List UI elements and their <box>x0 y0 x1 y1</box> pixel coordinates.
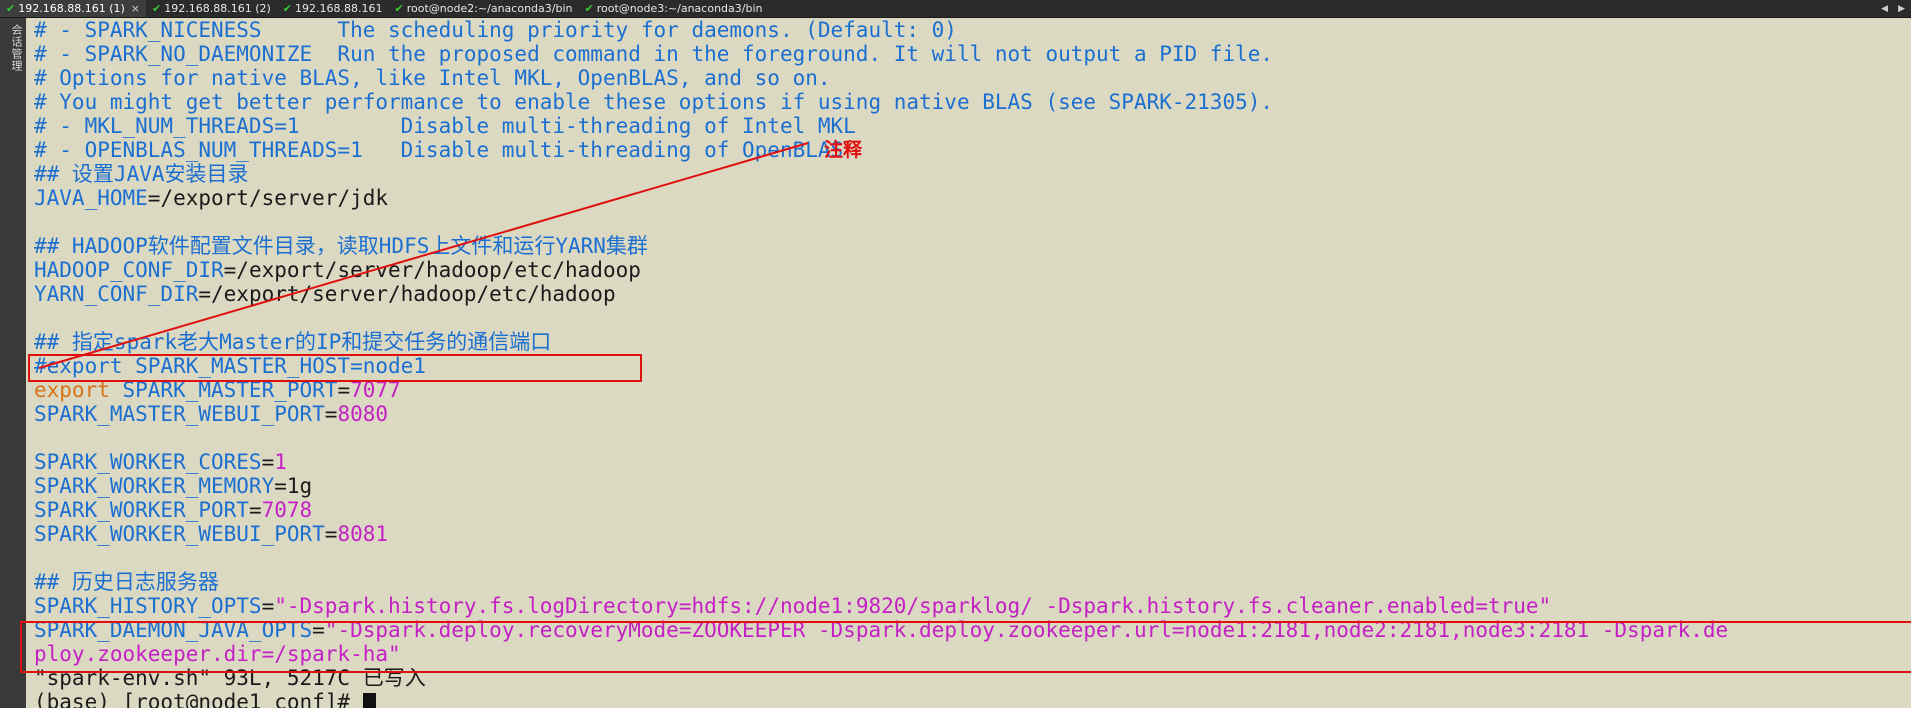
env-var-value: =1g <box>274 474 313 498</box>
terminal-line: # Options for native BLAS, like Intel MK… <box>34 66 831 90</box>
tab-scroll-left-icon[interactable]: ◀ <box>1881 4 1888 14</box>
env-var-value: "-Dspark.deploy.recoveryMode=ZOOKEEPER -… <box>324 618 1729 642</box>
tab-label: root@node3:~/anaconda3/bin <box>596 2 763 15</box>
env-var-value: "-Dspark.history.fs.logDirectory=hdfs://… <box>274 594 1552 618</box>
connected-check-icon: ✔ <box>282 2 292 15</box>
connected-check-icon: ✔ <box>394 2 404 15</box>
terminal-line: SPARK_DAEMON_JAVA_OPTS="-Dspark.deploy.r… <box>34 618 1728 642</box>
env-var-value: 7078 <box>261 498 313 522</box>
tab-session-1[interactable]: ✔ 192.168.88.161 (1) × <box>0 0 146 17</box>
equals-sign: = <box>248 498 262 522</box>
equals-sign: = <box>324 402 338 426</box>
env-var-name: SPARK_WORKER_PORT <box>34 498 249 522</box>
shell-prompt: (base) [root@node1 conf]# <box>34 690 363 708</box>
terminal-line: # - MKL_NUM_THREADS=1 Disable multi-thre… <box>34 114 856 138</box>
terminal-line: SPARK_WORKER_WEBUI_PORT=8081 <box>34 522 388 546</box>
tab-scroll-right-icon[interactable]: ▶ <box>1898 4 1905 14</box>
tab-nav: ◀ ▶ <box>1881 0 1905 17</box>
vim-status-line: "spark-env.sh" 93L, 5217C 已写入 <box>34 666 426 690</box>
terminal-line: SPARK_HISTORY_OPTS="-Dspark.history.fs.l… <box>34 594 1551 618</box>
equals-sign: = <box>312 618 325 642</box>
env-var-name: SPARK_DAEMON_JAVA_OPTS <box>34 618 313 642</box>
session-manager-sidebar[interactable]: 会话管理 <box>0 18 26 708</box>
terminal-line: YARN_CONF_DIR=/export/server/hadoop/etc/… <box>34 282 616 306</box>
connected-check-icon: ✔ <box>584 2 594 15</box>
env-var-value: =/export/server/hadoop/etc/hadoop <box>198 282 616 306</box>
tab-bar: ✔ 192.168.88.161 (1) × ✔ 192.168.88.161 … <box>0 0 1911 18</box>
env-var-name: SPARK_MASTER_WEBUI_PORT <box>34 402 325 426</box>
terminal-line: SPARK_WORKER_CORES=1 <box>34 450 287 474</box>
tab-session-2[interactable]: ✔ 192.168.88.161 (2) <box>146 0 277 17</box>
env-var-name: SPARK_WORKER_MEMORY <box>34 474 275 498</box>
terminal-line: # - SPARK_NICENESS The scheduling priori… <box>34 18 957 42</box>
env-var-name: YARN_CONF_DIR <box>34 282 199 306</box>
tab-session-3[interactable]: ✔ 192.168.88.161 <box>277 0 389 17</box>
env-var-name: SPARK_WORKER_CORES <box>34 450 262 474</box>
terminal-line: # You might get better performance to en… <box>34 90 1274 114</box>
env-var-value: =/export/server/hadoop/etc/hadoop <box>223 258 641 282</box>
terminal-line: ## 指定spark老大Master的IP和提交任务的通信端口 <box>34 330 552 354</box>
env-var-name: JAVA_HOME <box>34 186 148 210</box>
tab-label: 192.168.88.161 (1) <box>18 2 125 15</box>
env-var-value: 8080 <box>337 402 389 426</box>
tab-label: 192.168.88.161 (2) <box>164 2 271 15</box>
terminal-line: # - SPARK_NO_DAEMONIZE Run the proposed … <box>34 42 1274 66</box>
connected-check-icon: ✔ <box>152 2 162 15</box>
terminal-line: ## 设置JAVA安装目录 <box>34 162 249 186</box>
cursor <box>362 693 376 708</box>
shell-prompt-line[interactable]: (base) [root@node1 conf]# <box>34 690 376 708</box>
terminal-line: ploy.zookeeper.dir=/spark-ha" <box>34 642 401 666</box>
equals-sign: = <box>261 450 275 474</box>
env-var-value: 1 <box>274 450 287 474</box>
tab-session-node2[interactable]: ✔ root@node2:~/anaconda3/bin <box>388 0 578 17</box>
sidebar-label: 会话管理 <box>10 24 23 72</box>
terminal-line: export SPARK_MASTER_PORT=7077 <box>34 378 401 402</box>
equals-sign: = <box>261 594 275 618</box>
tab-label: root@node2:~/anaconda3/bin <box>406 2 573 15</box>
terminal-line: SPARK_WORKER_MEMORY=1g <box>34 474 312 498</box>
terminal-line: ## HADOOP软件配置文件目录，读取HDFS上文件和运行YARN集群 <box>34 234 648 258</box>
env-var-name: SPARK_WORKER_WEBUI_PORT <box>34 522 325 546</box>
terminal-line: SPARK_MASTER_WEBUI_PORT=8080 <box>34 402 388 426</box>
env-var-name: SPARK_HISTORY_OPTS <box>34 594 262 618</box>
close-icon[interactable]: × <box>131 2 140 15</box>
equals-sign: = <box>324 522 338 546</box>
terminal-pane[interactable]: # - SPARK_NICENESS The scheduling priori… <box>26 18 1911 708</box>
terminal-line: HADOOP_CONF_DIR=/export/server/hadoop/et… <box>34 258 641 282</box>
env-var-name: SPARK_MASTER_PORT <box>109 378 338 402</box>
env-var-value: =/export/server/jdk <box>147 186 389 210</box>
terminal-line: ## 历史日志服务器 <box>34 570 219 594</box>
export-keyword: export <box>34 378 110 402</box>
tab-label: 192.168.88.161 <box>295 2 383 15</box>
annotation-label: 注释 <box>824 139 863 161</box>
terminal-line: # - OPENBLAS_NUM_THREADS=1 Disable multi… <box>34 138 844 162</box>
tab-session-node3[interactable]: ✔ root@node3:~/anaconda3/bin <box>578 0 768 17</box>
terminal-line-commented-master-host: #export SPARK_MASTER_HOST=node1 <box>34 354 426 378</box>
terminal-line: SPARK_WORKER_PORT=7078 <box>34 498 312 522</box>
equals-sign: = <box>337 378 351 402</box>
env-var-value: 8081 <box>337 522 389 546</box>
terminal-line: JAVA_HOME=/export/server/jdk <box>34 186 388 210</box>
connected-check-icon: ✔ <box>6 2 16 15</box>
env-var-value: 7077 <box>350 378 401 402</box>
env-var-name: HADOOP_CONF_DIR <box>34 258 224 282</box>
